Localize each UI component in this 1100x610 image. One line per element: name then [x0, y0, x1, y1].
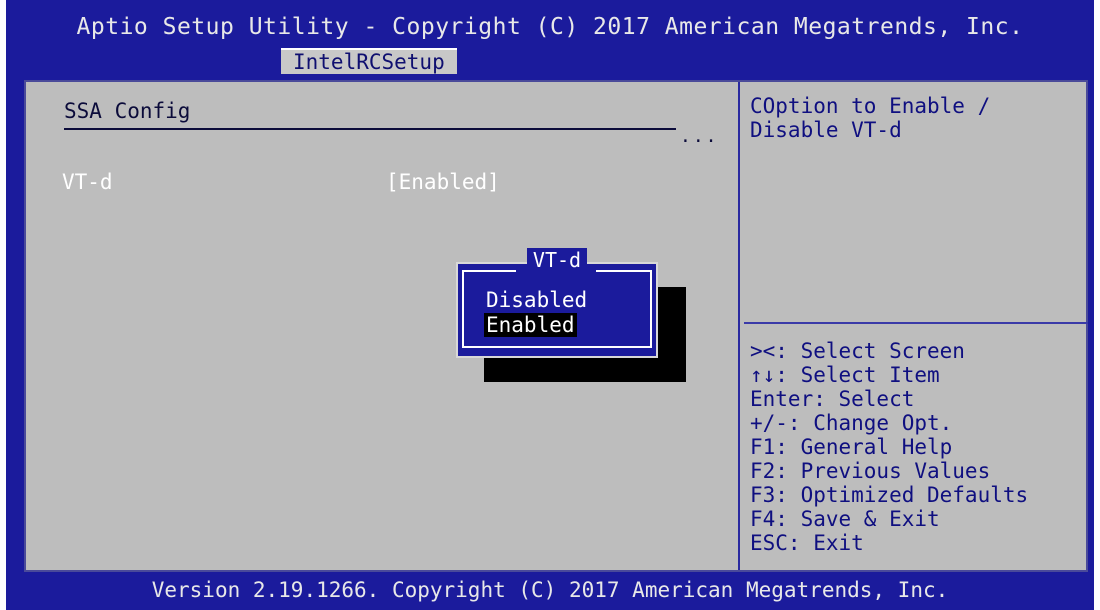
- popup-title: VT-d: [458, 248, 656, 272]
- section-title: SSA Config: [64, 99, 191, 123]
- popup-option-enabled[interactable]: Enabled: [484, 313, 577, 337]
- key-select-screen: ><: Select Screen: [750, 339, 965, 363]
- section-ellipsis: ...: [680, 126, 719, 147]
- vtd-popup: VT-d Disabled Enabled: [456, 248, 658, 358]
- help-text-line1: COption to Enable /: [750, 94, 991, 118]
- key-optimized-defaults: F3: Optimized Defaults: [750, 483, 1029, 507]
- key-enter-select: Enter: Select: [750, 387, 915, 411]
- footer-version: Version 2.19.1266. Copyright (C) 2017 Am…: [151, 578, 949, 602]
- vtd-setting-value[interactable]: [Enabled]: [386, 170, 500, 194]
- popup-option-disabled[interactable]: Disabled: [484, 288, 589, 312]
- bios-screen: Aptio Setup Utility - Copyright (C) 2017…: [6, 0, 1094, 610]
- key-esc-exit: ESC: Exit: [750, 531, 864, 555]
- app-title: Aptio Setup Utility - Copyright (C) 2017…: [76, 14, 1024, 40]
- help-divider: [744, 322, 1088, 324]
- key-general-help: F1: General Help: [750, 435, 953, 459]
- key-previous-values: F2: Previous Values: [750, 459, 991, 483]
- help-text: COption to Enable / Disable VT-d: [750, 94, 1080, 142]
- key-select-item: ↑↓: Select Item: [750, 363, 940, 387]
- tab-intelrcsetup[interactable]: IntelRCSetup: [281, 48, 457, 74]
- key-legend: ><: Select Screen ↑↓: Select Item Enter:…: [750, 339, 1086, 555]
- vtd-setting-label[interactable]: VT-d: [62, 170, 113, 194]
- panel-divider: [738, 82, 740, 570]
- section-rule: [64, 128, 676, 130]
- help-text-line2: Disable VT-d: [750, 118, 902, 142]
- key-change-opt: +/-: Change Opt.: [750, 411, 953, 435]
- key-save-exit: F4: Save & Exit: [750, 507, 940, 531]
